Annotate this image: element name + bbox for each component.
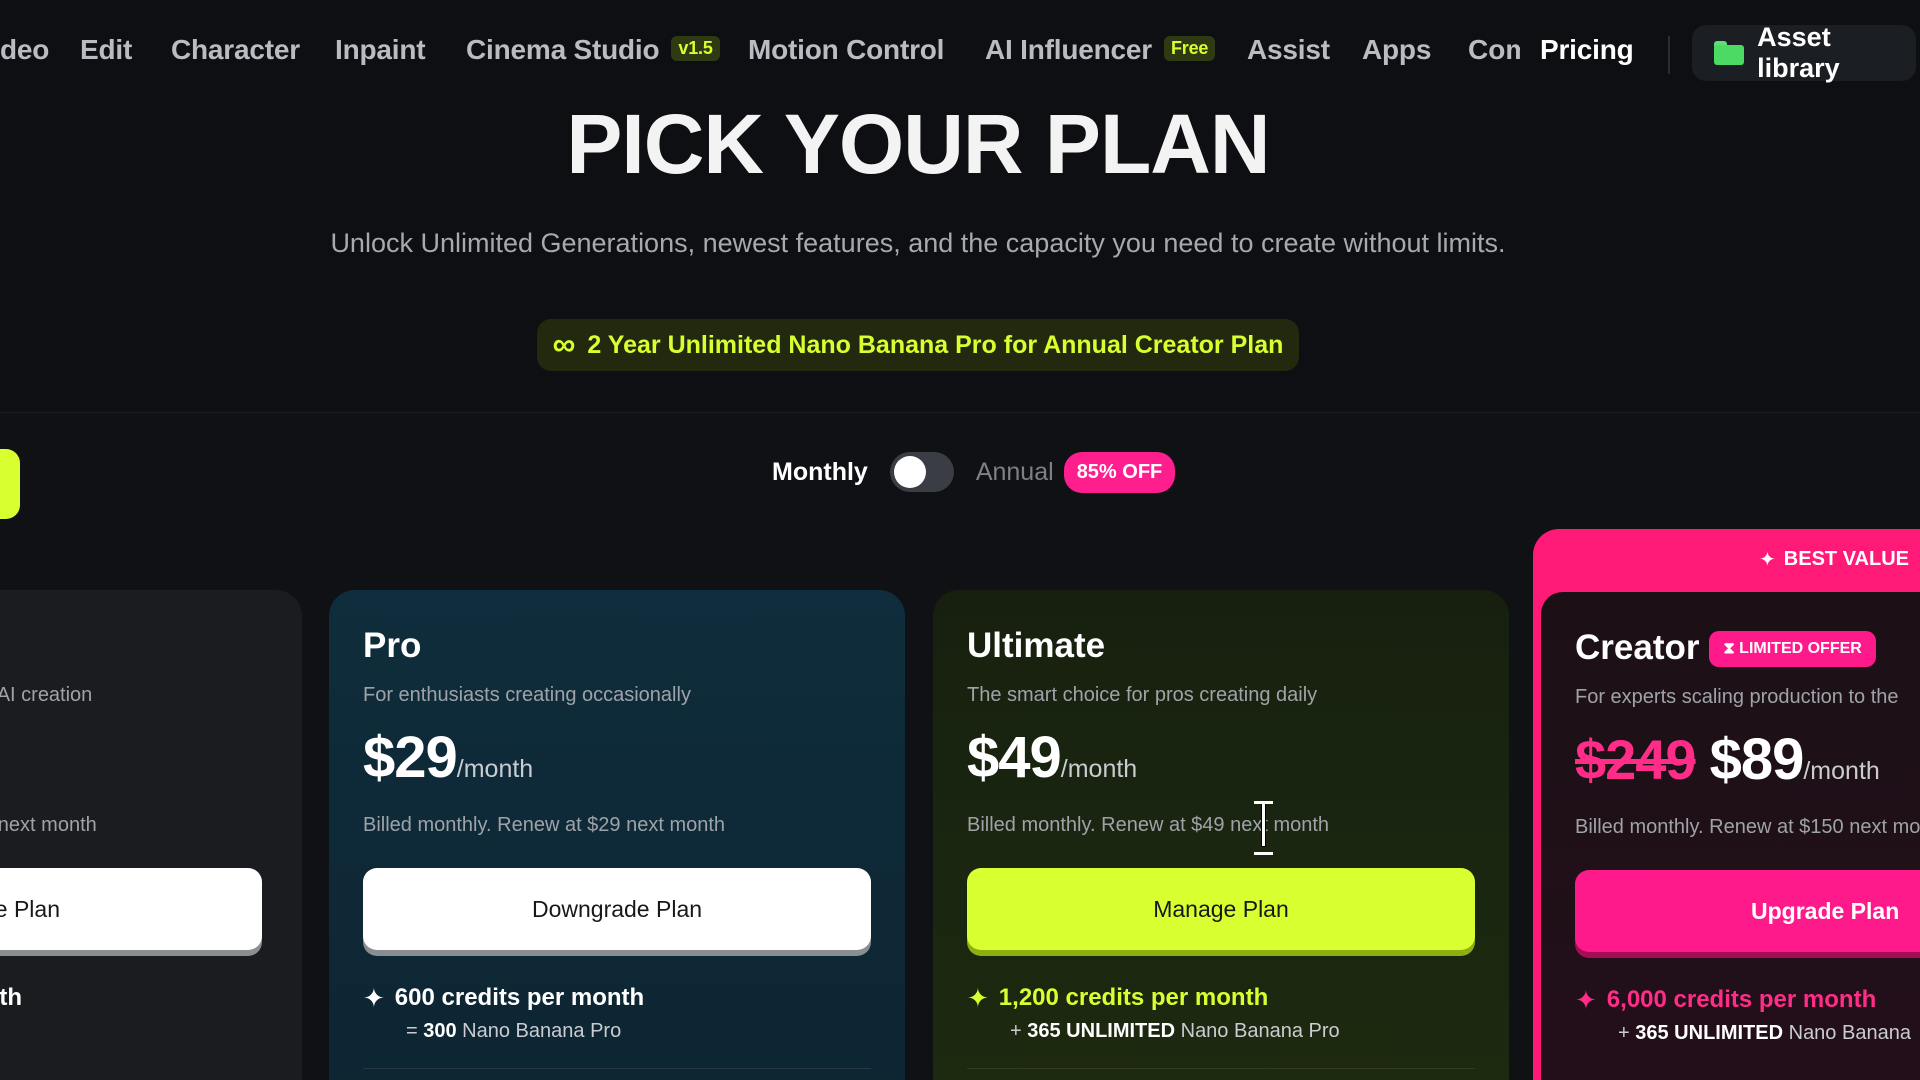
sparkle-icon: ✦ [1575, 985, 1597, 1015]
plan-price: $49/month [967, 724, 1137, 791]
plan-name: Pro [363, 626, 422, 665]
upgrade-plan-button[interactable]: Upgrade Plan [1575, 870, 1920, 952]
plan-credits-detail: + 365 UNLIMITED Nano Banana [1618, 1022, 1911, 1045]
plan-credits-detail: = 300 Nano Banana Pro [406, 1020, 621, 1043]
plan-description: The smart choice for pros creating daily [967, 684, 1318, 706]
best-value-ribbon: ✦ BEST VALUE [1759, 547, 1909, 572]
credits-detail-bold: 365 UNLIMITED [1027, 1020, 1176, 1042]
discount-badge: 85% OFF [1063, 451, 1176, 493]
side-lime-button[interactable] [0, 449, 20, 519]
downgrade-plan-button[interactable]: Downgrade Plan [363, 868, 871, 950]
page-title: PICK YOUR PLAN [566, 97, 1270, 191]
credits-detail-rest: Nano Banana [1783, 1022, 1911, 1044]
plan-card-creator: Creator ⧗ LIMITED OFFER For experts scali… [1541, 592, 1920, 1080]
billing-period-toggle-group: Monthly Annual 85% OFF [772, 451, 1176, 493]
limited-offer-badge: ⧗ LIMITED OFFER [1709, 631, 1876, 667]
plan-billing-note: Billed monthly. Renew at $150 next mo [1575, 816, 1920, 838]
annual-label[interactable]: Annual [976, 458, 1054, 487]
price-amount: $89 [1709, 727, 1805, 792]
asset-library-label: Asset library [1757, 22, 1840, 83]
nav-item-label: AI Influencer [985, 34, 1152, 65]
nav-item-motion-control[interactable]: Motion Control [748, 34, 944, 66]
price-amount: $29 [363, 725, 458, 790]
plan-description: For experts scaling production to the [1575, 686, 1899, 708]
top-nav: deo Edit Character Inpaint Cinema Studio… [0, 0, 1920, 106]
infinity-icon: ∞ [552, 325, 576, 362]
version-badge: v1.5 [671, 36, 720, 61]
plan-billing-note: Billed monthly. Renew at $29 next month [363, 814, 726, 836]
sparkle-icon: ✦ [363, 983, 385, 1013]
best-value-label: BEST VALUE [1783, 548, 1909, 570]
plan-card-ultimate: Ultimate The smart choice for pros creat… [933, 590, 1509, 1080]
plan-button[interactable]: rade Plan [0, 868, 262, 950]
price-unit: /month [1803, 757, 1880, 785]
nav-item-inpaint[interactable]: Inpaint [335, 34, 426, 66]
nav-item-ai-influencer[interactable]: AI Influencer Free [985, 34, 1216, 66]
plan-credits: ✦ 600 credits per month [363, 984, 644, 1012]
card-divider [967, 1068, 1475, 1069]
plan-description: For enthusiasts creating occasionally [363, 684, 691, 706]
page-subtitle: Unlock Unlimited Generations, newest fea… [330, 228, 1506, 258]
plan-credits: ✦ 1,200 credits per month [967, 984, 1268, 1012]
plan-price: $249 $89/month [1575, 726, 1880, 793]
sparkle-icon: ✦ [1759, 549, 1776, 571]
nav-item-cinema-studio[interactable]: Cinema Studio v1.5 [466, 34, 720, 66]
credits-label: 6,000 credits per month [1606, 986, 1877, 1013]
nav-item-community[interactable]: Com [1468, 34, 1520, 66]
plan-card-pro: Pro For enthusiasts creating occasionall… [329, 590, 905, 1080]
price-amount: $49 [967, 725, 1062, 790]
toggle-knob [893, 456, 926, 488]
credits-detail-rest: Nano Banana Pro [456, 1020, 622, 1042]
credits-detail-prefix: + [1010, 1020, 1028, 1042]
limited-offer-label: LIMITED OFFER [1739, 640, 1862, 657]
nav-item-apps[interactable]: Apps [1362, 34, 1431, 66]
manage-plan-button[interactable]: Manage Plan [967, 868, 1475, 950]
asset-library-button[interactable]: Asset library [1692, 22, 1916, 83]
sparkle-icon: ✦ [967, 983, 989, 1013]
promo-text: 2 Year Unlimited Nano Banana Pro for Ann… [587, 330, 1284, 359]
plan-description: ng AI creation [0, 684, 93, 706]
credits-detail-bold: 300 [423, 1020, 457, 1042]
plan-card-basic: ng AI creation $9 next month rade Plan o… [0, 590, 302, 1080]
credits-detail-bold: 365 UNLIMITED [1635, 1022, 1784, 1044]
price-unit: /month [456, 755, 534, 783]
free-badge: Free [1164, 36, 1216, 61]
nav-item-pricing[interactable]: Pricing [1540, 34, 1634, 66]
plan-price: $29/month [363, 724, 533, 791]
nav-item-label: Cinema Studio [466, 34, 660, 65]
promo-banner[interactable]: ∞ 2 Year Unlimited Nano Banana Pro for A… [537, 319, 1299, 371]
plan-name: Creator ⧗ LIMITED OFFER [1575, 628, 1876, 668]
original-price: $249 [1575, 728, 1697, 791]
credits-detail-rest: Nano Banana Pro [1175, 1020, 1340, 1042]
plan-name-label: Creator [1575, 628, 1700, 667]
folder-icon [1714, 41, 1745, 65]
card-divider [363, 1068, 871, 1069]
nav-item-character[interactable]: Character [171, 34, 300, 66]
plan-name: Ultimate [967, 626, 1106, 665]
monthly-label[interactable]: Monthly [772, 458, 868, 487]
plan-credits-detail: + 365 UNLIMITED Nano Banana Pro [1010, 1020, 1340, 1043]
plan-credits: onth [0, 984, 22, 1011]
nav-item-video[interactable]: deo [0, 34, 49, 66]
nav-divider [1668, 36, 1670, 74]
credits-detail-prefix: = [406, 1020, 424, 1042]
nav-item-assist[interactable]: Assist [1247, 34, 1330, 66]
billing-toggle[interactable] [889, 452, 954, 492]
credits-label: 600 credits per month [394, 984, 645, 1011]
plan-credits: ✦ 6,000 credits per month [1575, 986, 1876, 1014]
nav-item-edit[interactable]: Edit [80, 34, 132, 66]
credits-label: 1,200 credits per month [998, 984, 1269, 1011]
price-unit: /month [1060, 755, 1138, 783]
plan-billing-note: $9 next month [0, 814, 97, 836]
credits-detail-prefix: + [1618, 1022, 1636, 1044]
text-cursor-icon [1250, 801, 1276, 855]
